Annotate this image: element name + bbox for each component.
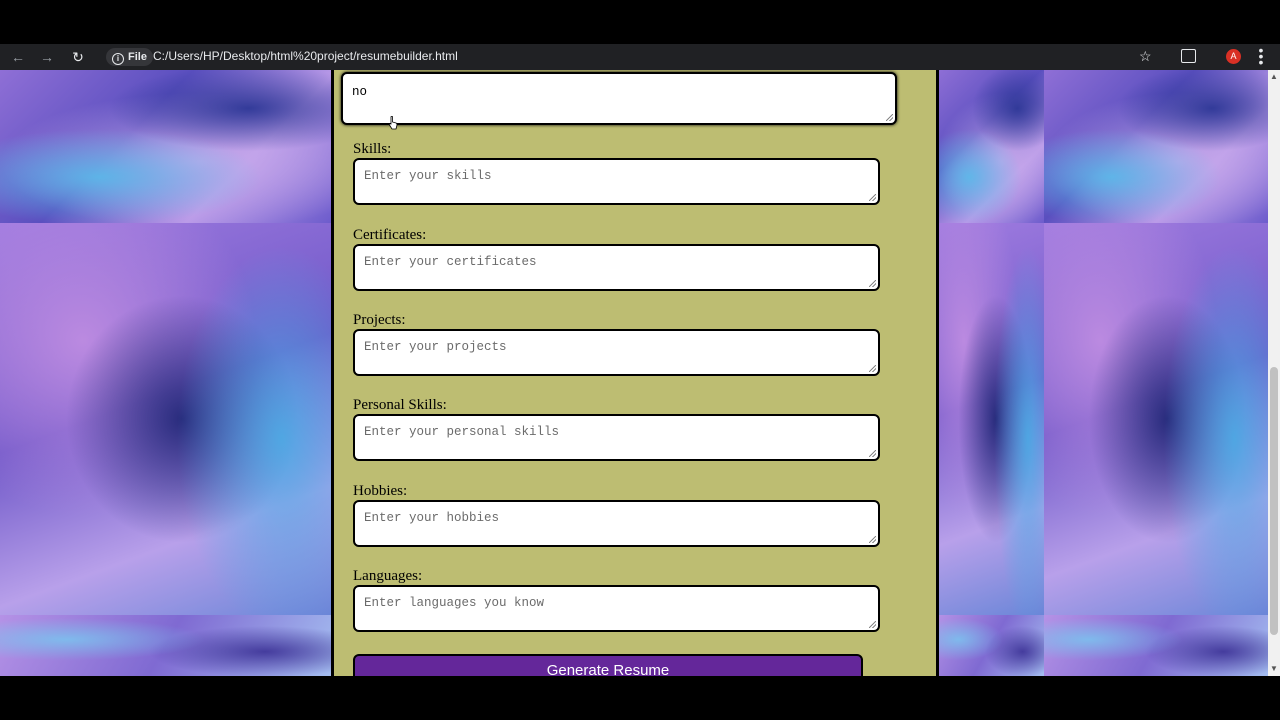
background-tile bbox=[0, 70, 331, 223]
mouse-cursor-icon bbox=[388, 116, 398, 130]
forward-icon[interactable]: → bbox=[38, 48, 56, 66]
languages-textarea[interactable]: Enter languages you know bbox=[353, 585, 880, 632]
extensions-icon[interactable] bbox=[1181, 49, 1196, 63]
video-letterbox-top bbox=[0, 0, 1280, 44]
resize-grip-icon[interactable] bbox=[869, 450, 876, 457]
projects-textarea[interactable]: Enter your projects bbox=[353, 329, 880, 376]
reload-icon[interactable]: ↻ bbox=[69, 48, 87, 66]
certificates-textarea[interactable]: Enter your certificates bbox=[353, 244, 880, 291]
resize-grip-icon[interactable] bbox=[886, 114, 893, 121]
certificates-label: Certificates: bbox=[353, 227, 427, 243]
address-bar[interactable]: i File C:/Users/HP/Desktop/html%20project… bbox=[100, 45, 1160, 69]
background-tile bbox=[937, 615, 1044, 676]
resize-grip-icon[interactable] bbox=[869, 280, 876, 287]
page-scrollbar[interactable]: ▲ ▼ bbox=[1268, 70, 1280, 676]
personal-skills-placeholder: Enter your personal skills bbox=[364, 425, 560, 439]
background-tile bbox=[1044, 615, 1268, 676]
back-icon[interactable]: ← bbox=[9, 48, 27, 66]
hobbies-textarea[interactable]: Enter your hobbies bbox=[353, 500, 880, 547]
resume-form-panel: no Skills: Enter your skills Certificate… bbox=[331, 70, 939, 676]
background-tile bbox=[937, 223, 1044, 615]
profile-avatar[interactable]: A bbox=[1226, 49, 1241, 64]
info-icon: i bbox=[112, 53, 124, 65]
bookmark-star-icon[interactable]: ☆ bbox=[1139, 48, 1152, 65]
resize-grip-icon[interactable] bbox=[869, 536, 876, 543]
site-info-label: File bbox=[128, 51, 147, 63]
background-tile bbox=[937, 70, 1044, 223]
skills-textarea[interactable]: Enter your skills bbox=[353, 158, 880, 205]
previous-field-value: no bbox=[352, 85, 368, 99]
resize-grip-icon[interactable] bbox=[869, 621, 876, 628]
background-tile bbox=[0, 615, 331, 676]
scroll-up-icon[interactable]: ▲ bbox=[1270, 72, 1278, 82]
personal-skills-textarea[interactable]: Enter your personal skills bbox=[353, 414, 880, 461]
background-tile bbox=[0, 223, 331, 615]
scroll-down-icon[interactable]: ▼ bbox=[1270, 664, 1278, 674]
languages-placeholder: Enter languages you know bbox=[364, 596, 545, 610]
previous-field-textarea[interactable]: no bbox=[341, 72, 897, 125]
hobbies-placeholder: Enter your hobbies bbox=[364, 511, 500, 525]
resize-grip-icon[interactable] bbox=[869, 194, 876, 201]
languages-label: Languages: bbox=[353, 568, 423, 584]
projects-label: Projects: bbox=[353, 312, 406, 328]
generate-resume-button[interactable]: Generate Resume bbox=[353, 654, 863, 676]
site-info-chip[interactable]: i File bbox=[106, 48, 153, 66]
certificates-placeholder: Enter your certificates bbox=[364, 255, 537, 269]
scrollbar-thumb[interactable] bbox=[1270, 367, 1278, 635]
background-tile bbox=[1044, 223, 1268, 615]
hobbies-label: Hobbies: bbox=[353, 483, 408, 499]
page-viewport: no Skills: Enter your skills Certificate… bbox=[0, 70, 1268, 676]
url-text[interactable]: C:/Users/HP/Desktop/html%20project/resum… bbox=[153, 49, 458, 63]
resize-grip-icon[interactable] bbox=[869, 365, 876, 372]
personal-skills-label: Personal Skills: bbox=[353, 397, 447, 413]
projects-placeholder: Enter your projects bbox=[364, 340, 507, 354]
browser-toolbar: ← → ↻ i File C:/Users/HP/Desktop/html%20p… bbox=[0, 43, 1280, 70]
background-tile bbox=[1044, 70, 1268, 223]
menu-icon[interactable]: • • • bbox=[1256, 43, 1266, 69]
skills-label: Skills: bbox=[353, 141, 392, 157]
video-letterbox-bottom bbox=[0, 676, 1280, 720]
skills-placeholder: Enter your skills bbox=[364, 169, 492, 183]
